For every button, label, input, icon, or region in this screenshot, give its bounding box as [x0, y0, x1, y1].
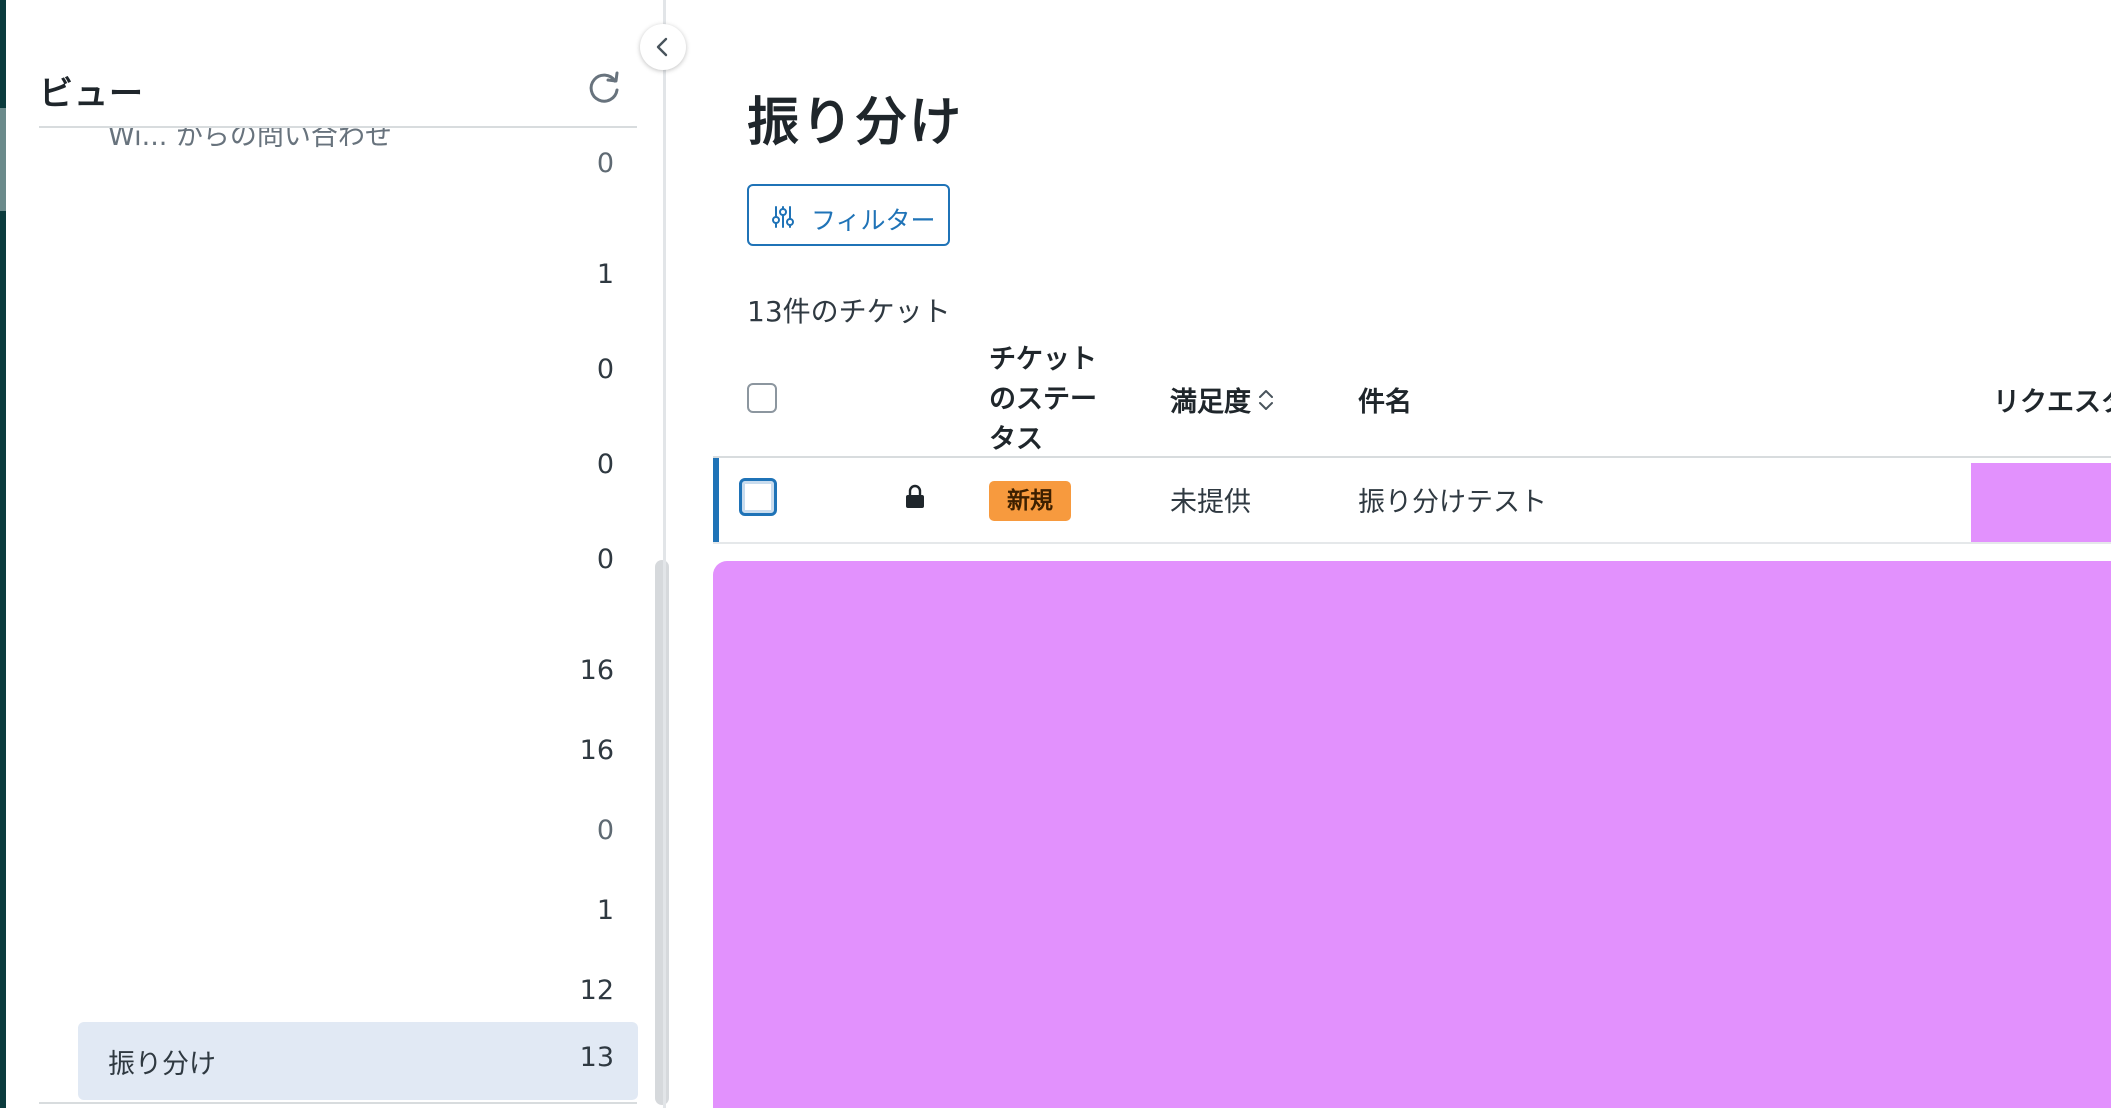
- row-checkbox[interactable]: [739, 478, 777, 516]
- view-label: Wi... からの問い合わせ: [108, 128, 392, 152]
- sort-icon: [1259, 389, 1273, 410]
- views-sidebar: ビュー Wi... からの問い合わせ 0 1 0 0 0 16 16 0 1 1…: [6, 0, 669, 1108]
- row-divider: [713, 542, 2111, 544]
- view-count: 16: [579, 735, 614, 766]
- view-item[interactable]: 0: [78, 524, 638, 602]
- row-subject[interactable]: 振り分けテスト: [1358, 480, 1547, 519]
- select-all-checkbox[interactable]: [747, 383, 777, 413]
- redacted-requester-cell: [1971, 463, 2111, 542]
- sidebar-title: ビュー: [39, 74, 144, 114]
- chevron-left-icon: [656, 37, 668, 57]
- redacted-region: [713, 561, 2111, 1108]
- view-count: 16: [579, 655, 614, 686]
- view-count: 0: [596, 544, 614, 575]
- sidebar-footer-divider: [39, 1102, 637, 1104]
- views-list: Wi... からの問い合わせ 0 1 0 0 0 16 16 0 1 12 振り…: [6, 128, 646, 1108]
- column-header-satisfaction[interactable]: 満足度: [1170, 380, 1275, 419]
- status-badge: 新規: [989, 481, 1071, 521]
- view-item[interactable]: 0: [78, 429, 638, 507]
- row-satisfaction: 未提供: [1170, 487, 1251, 518]
- filter-sliders-icon: [772, 206, 794, 228]
- lock-icon: [906, 484, 924, 508]
- column-header-requester[interactable]: リクエスタ: [1993, 380, 2111, 419]
- view-item-triage[interactable]: 振り分け 13: [78, 1022, 638, 1100]
- view-item-clipped[interactable]: Wi... からの問い合わせ 0: [78, 128, 638, 206]
- view-count: 0: [596, 449, 614, 480]
- column-header-subject[interactable]: 件名: [1358, 380, 1412, 419]
- column-header-status[interactable]: チケットのステータス: [989, 340, 1119, 460]
- view-count: 12: [579, 975, 614, 1006]
- view-count: 0: [596, 148, 614, 179]
- view-count: 1: [596, 895, 614, 926]
- filter-button-label: フィルター: [811, 206, 936, 235]
- column-header-satisfaction-label: 満足度: [1170, 387, 1251, 418]
- table-row[interactable]: 新規 未提供 振り分けテスト: [713, 458, 2111, 542]
- view-item[interactable]: 0: [78, 795, 638, 873]
- view-count: 0: [596, 354, 614, 385]
- view-item[interactable]: 16: [78, 635, 638, 713]
- view-count: 13: [579, 1042, 614, 1073]
- view-item[interactable]: 1: [78, 875, 638, 953]
- row-focus-indicator: [713, 458, 719, 542]
- view-item[interactable]: 1: [78, 239, 638, 317]
- view-item[interactable]: 0: [78, 334, 638, 412]
- view-content: 振り分け フィルター 13件のチケット チケットのステータス 満足度 件名 リク…: [666, 0, 2111, 1108]
- collapse-sidebar-button[interactable]: [640, 24, 686, 70]
- filter-button[interactable]: フィルター: [747, 184, 950, 246]
- ticket-count: 13件のチケット: [747, 295, 951, 328]
- view-item[interactable]: 16: [78, 715, 638, 793]
- view-count: 0: [596, 815, 614, 846]
- view-label: 振り分け: [108, 1049, 216, 1080]
- page-title: 振り分け: [747, 93, 964, 153]
- refresh-icon[interactable]: [584, 67, 624, 107]
- view-count: 1: [596, 259, 614, 290]
